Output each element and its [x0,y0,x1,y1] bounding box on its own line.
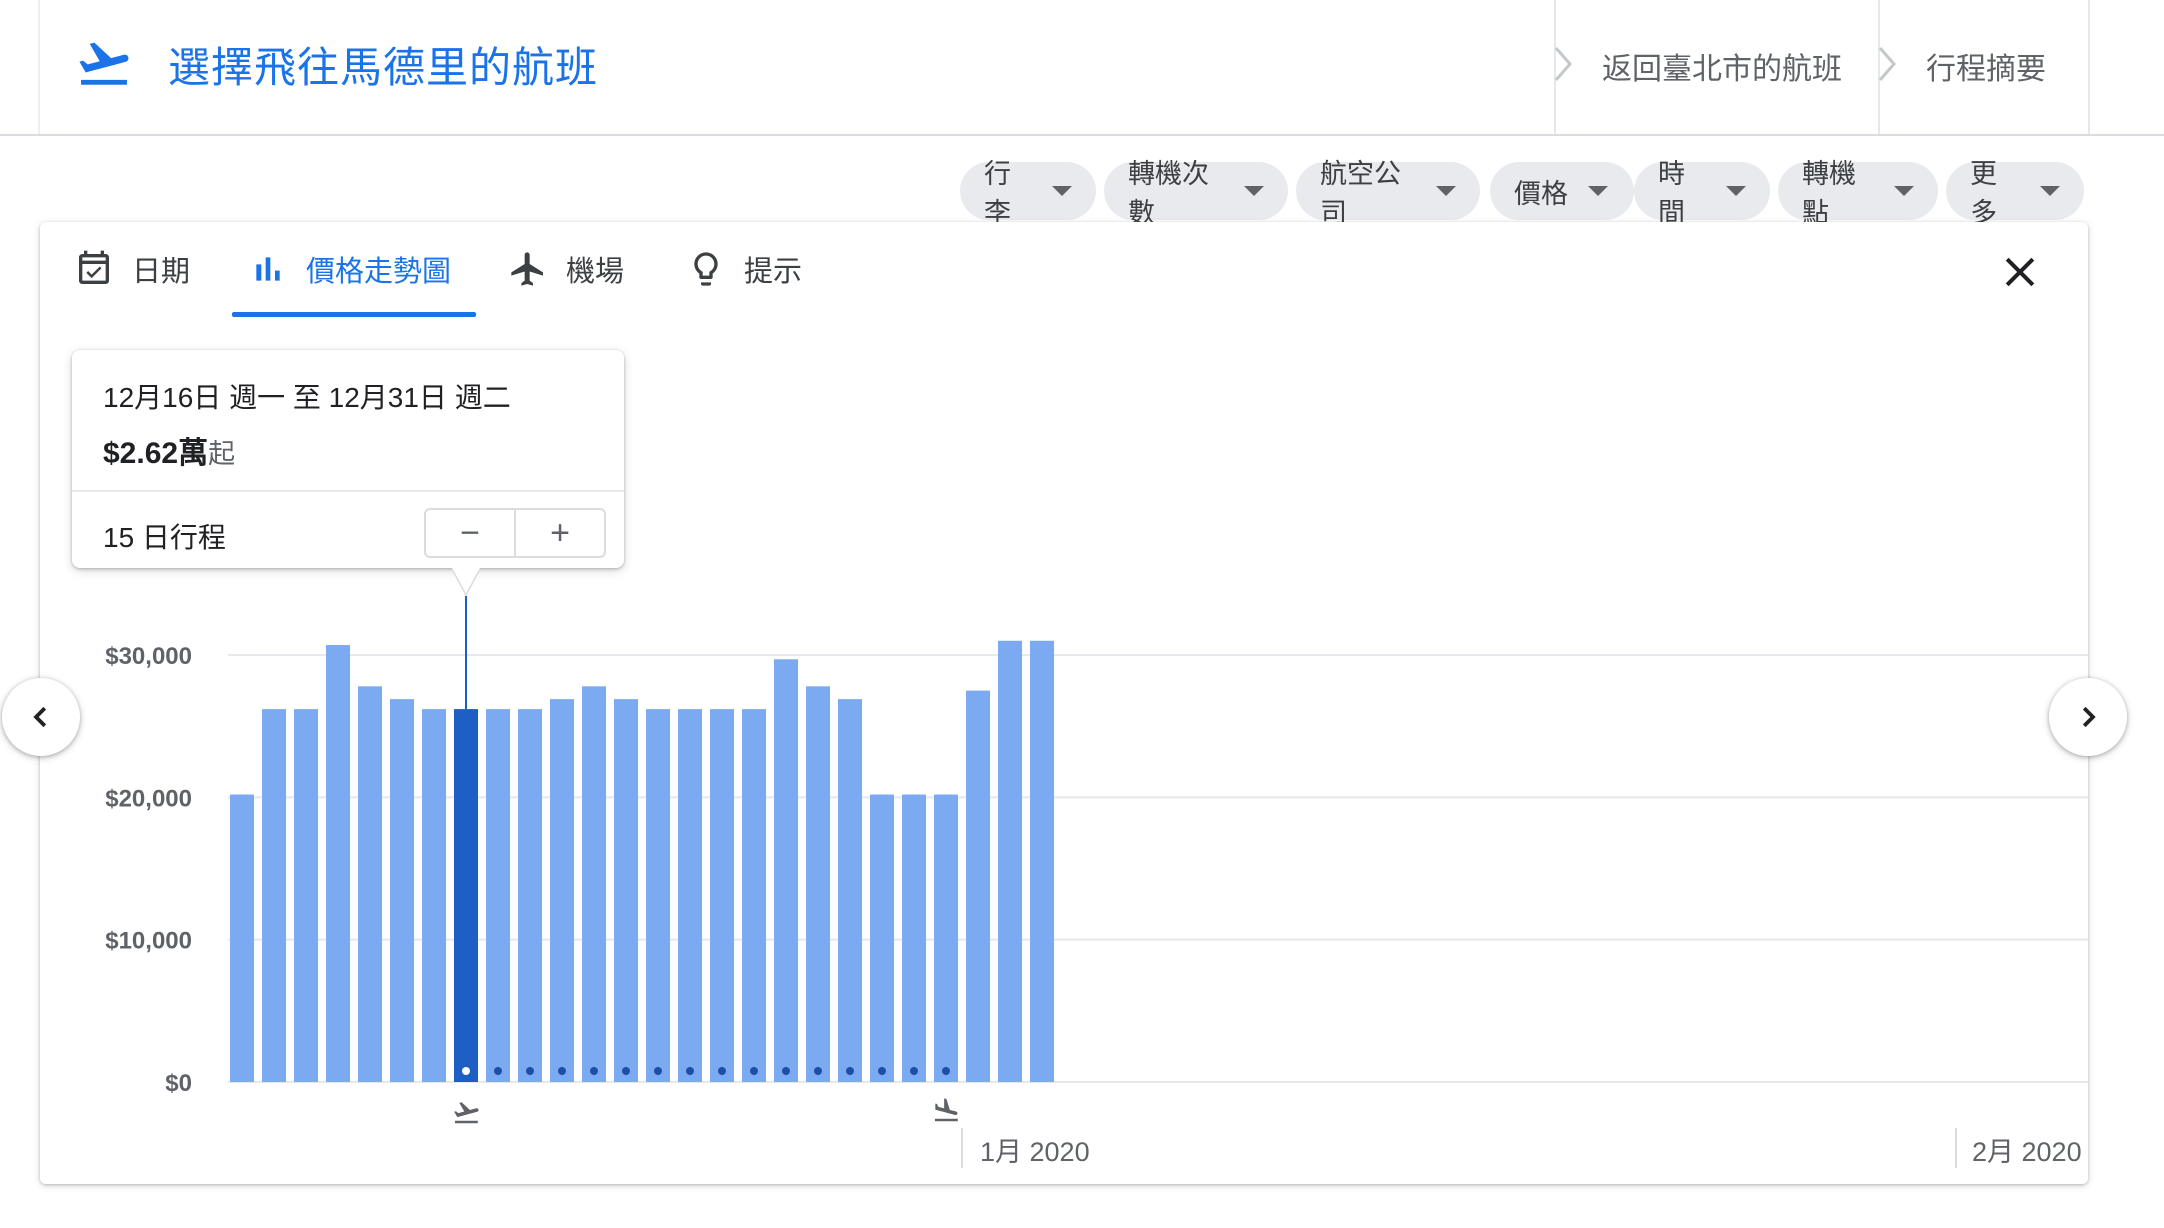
dropdown-arrow-icon [1052,186,1072,196]
price-bar[interactable] [966,690,990,1082]
price-bar[interactable] [838,699,862,1082]
card-divider [72,490,624,492]
departure-flight-icon [79,42,129,85]
price-bar[interactable] [614,699,638,1082]
dropdown-arrow-icon [1436,186,1456,196]
tab-label: 提示 [744,256,803,288]
filter-bags[interactable]: 行李 [960,159,1096,228]
price-bar[interactable] [390,699,414,1082]
chevron-right-icon [1878,47,1896,81]
filter-label: 時間 [1658,159,1685,228]
price-bar[interactable] [518,709,542,1082]
lightbulb-icon [694,252,718,286]
filter-airlines[interactable]: 航空公司 [1296,159,1480,228]
decrease-duration-button[interactable]: − [426,510,516,556]
filter-label: 更多 [1970,159,1997,228]
price-bar[interactable] [582,686,606,1082]
price-bar-selected[interactable] [454,709,478,1082]
filter-label: 轉機點 [1802,159,1856,228]
price-bar[interactable] [422,709,446,1082]
next-dates-button[interactable] [2049,678,2127,756]
price-bar[interactable] [934,794,958,1082]
price-tooltip-card: 12月16日 週一 至 12月31日 週二 $2.62萬起 15 日行程 − + [72,350,624,568]
filter-label: 航空公司 [1320,159,1401,228]
trip-duration: 15 日行程 [103,522,226,553]
filter-connecting-airports[interactable]: 轉機點 [1778,159,1938,228]
calendar-icon [79,250,109,284]
previous-dates-button[interactable] [2,678,80,756]
active-tab-indicator [232,312,476,317]
price-bar[interactable] [806,686,830,1082]
price-bar[interactable] [998,640,1022,1082]
dropdown-arrow-icon [1726,186,1746,196]
price-bar[interactable] [646,709,670,1082]
page-title: 選擇飛往馬德里的航班 [168,44,599,91]
bar-chart-icon [256,257,280,281]
tab-label: 機場 [566,256,625,288]
price-bar[interactable] [230,794,254,1082]
price-bar[interactable] [486,709,510,1082]
chevron-left-icon [33,706,47,728]
month-label-jan: 1月 2020 [980,1137,1090,1167]
dropdown-arrow-icon [1894,186,1914,196]
filter-label: 轉機次數 [1128,159,1209,228]
price-bar[interactable] [742,709,766,1082]
breadcrumb-return-flights[interactable]: 返回臺北市的航班 [1602,44,1842,88]
dropdown-arrow-icon [1244,186,1264,196]
duration-stepper[interactable]: − + [424,508,606,558]
close-icon[interactable] [1998,250,2042,294]
tab-tips[interactable]: 提示 [686,222,802,316]
price-bar[interactable] [774,659,798,1082]
price-bar[interactable] [710,709,734,1082]
price-bar[interactable] [870,794,894,1082]
filter-price[interactable]: 價格 [1490,162,1634,220]
tooltip-date-range: 12月16日 週一 至 12月31日 週二 [103,382,511,413]
filter-more[interactable]: 更多 [1946,159,2084,228]
header-divider [38,0,40,134]
price-bar[interactable] [902,794,926,1082]
price-bar[interactable] [262,709,286,1082]
price-bar[interactable] [1030,640,1054,1082]
increase-duration-button[interactable]: + [516,510,604,556]
chevron-right-icon [1554,47,1572,81]
dropdown-arrow-icon [2040,186,2060,196]
month-label-feb: 2月 2020 [1972,1137,2082,1167]
price-bar[interactable] [678,709,702,1082]
tab-airports[interactable]: 機場 [508,222,624,316]
tab-label: 價格走勢圖 [306,256,452,288]
price-suffix: 起 [208,439,236,469]
filter-label: 行李 [984,159,1011,228]
tooltip-price: $2.62萬起 [103,428,235,472]
top-header: 選擇飛往馬德里的航班 返回臺北市的航班 行程摘要 [0,0,2164,136]
breadcrumb-trip-summary[interactable]: 行程摘要 [1926,44,2046,88]
chevron-right-icon [2082,706,2096,728]
price-bar[interactable] [358,686,382,1082]
price-value: $2.62萬 [103,437,209,470]
filter-times[interactable]: 時間 [1634,159,1770,228]
price-bar[interactable] [550,699,574,1082]
price-bar[interactable] [326,645,350,1082]
tab-label: 日期 [132,256,191,288]
tab-dates[interactable]: 日期 [74,222,190,316]
airplane-icon [511,252,543,286]
tab-price-graph[interactable]: 價格走勢圖 [248,222,451,316]
breadcrumb-divider [2088,0,2090,134]
filter-label: 價格 [1514,178,1568,209]
price-bar[interactable] [294,709,318,1082]
dropdown-arrow-icon [1588,186,1608,196]
filter-stops[interactable]: 轉機次數 [1104,159,1288,228]
